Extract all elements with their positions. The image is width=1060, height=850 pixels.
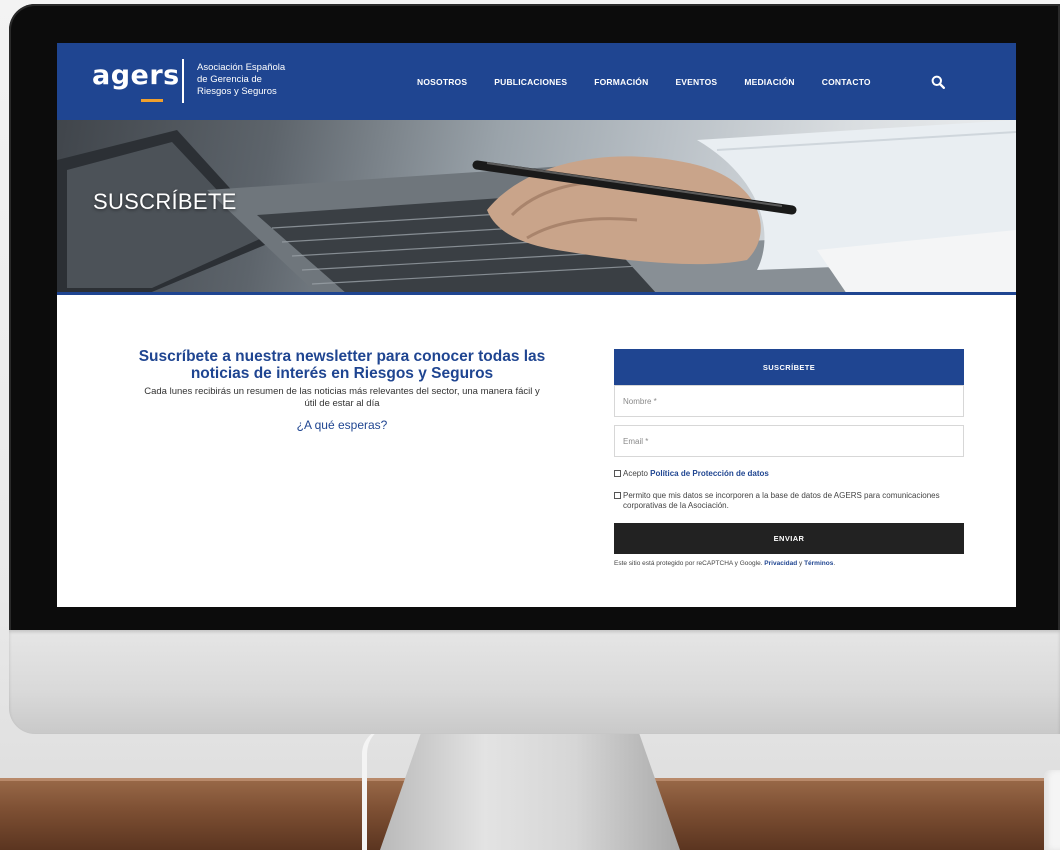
logo-wordmark[interactable]: agers [92, 60, 180, 91]
monitor-chin [9, 630, 1060, 734]
main-nav: NOSOTROS PUBLICACIONES FORMACIÓN EVENTOS… [417, 74, 898, 90]
recaptcha-notice: Este sitio está protegido por reCAPTCHA … [614, 560, 964, 567]
logo-divider [182, 59, 184, 103]
newsletter-intro: Suscríbete a nuestra newsletter para con… [137, 348, 547, 432]
recaptcha-period: . [833, 560, 836, 567]
intro-heading: Suscríbete a nuestra newsletter para con… [138, 348, 546, 382]
privacy-policy-link[interactable]: Política de Protección de datos [650, 469, 769, 478]
privacy-link[interactable]: Privacidad [764, 560, 797, 567]
hero-banner: SUSCRÍBETE [57, 120, 1016, 294]
monitor-cable [362, 728, 388, 850]
site-header: agers Asociación Española de Gerencia de… [57, 43, 1016, 120]
email-field[interactable] [614, 425, 964, 457]
recaptcha-prefix: Este sitio está protegido por reCAPTCHA … [614, 560, 765, 567]
logo-tagline-line: Riesgos y Seguros [197, 86, 277, 97]
terms-link[interactable]: Términos [804, 560, 833, 567]
data-permission-row: Permito que mis datos se incorporen a la… [614, 491, 964, 511]
mug [1044, 770, 1060, 850]
subscribe-form: SUSCRÍBETE Acepto Política de Protección… [614, 349, 964, 567]
website-screen: agers Asociación Española de Gerencia de… [57, 43, 1016, 607]
privacy-consent-label: Acepto Política de Protección de datos [623, 469, 769, 479]
data-permission-checkbox[interactable] [614, 492, 621, 499]
nav-item-formacion[interactable]: FORMACIÓN [594, 77, 648, 87]
privacy-consent-row: Acepto Política de Protección de datos [614, 469, 964, 479]
nav-item-publicaciones[interactable]: PUBLICACIONES [494, 77, 567, 87]
search-icon[interactable] [931, 75, 945, 89]
data-permission-label: Permito que mis datos se incorporen a la… [623, 491, 940, 510]
nav-item-mediacion[interactable]: MEDIACIÓN [744, 77, 794, 87]
form-title: SUSCRÍBETE [614, 349, 964, 385]
logo-tagline: Asociación Española de Gerencia de Riesg… [197, 62, 317, 98]
name-field[interactable] [614, 385, 964, 417]
privacy-consent-checkbox[interactable] [614, 470, 621, 477]
intro-body: Cada lunes recibirás un resumen de las n… [144, 386, 540, 409]
logo-tagline-line: de Gerencia de [197, 74, 262, 85]
logo-tagline-line: Asociación Española [197, 62, 286, 73]
nav-item-contacto[interactable]: CONTACTO [822, 77, 871, 87]
logo-accent-bar [141, 99, 163, 102]
hero-divider [57, 292, 1016, 295]
nav-item-nosotros[interactable]: NOSOTROS [417, 77, 467, 87]
submit-button[interactable]: ENVIAR [614, 523, 964, 554]
nav-item-eventos[interactable]: EVENTOS [675, 77, 717, 87]
hero-title: SUSCRÍBETE [93, 189, 237, 214]
intro-cta: ¿A qué esperas? [296, 418, 388, 432]
privacy-consent-prefix: Acepto [623, 469, 651, 478]
monitor-stand [380, 730, 680, 850]
